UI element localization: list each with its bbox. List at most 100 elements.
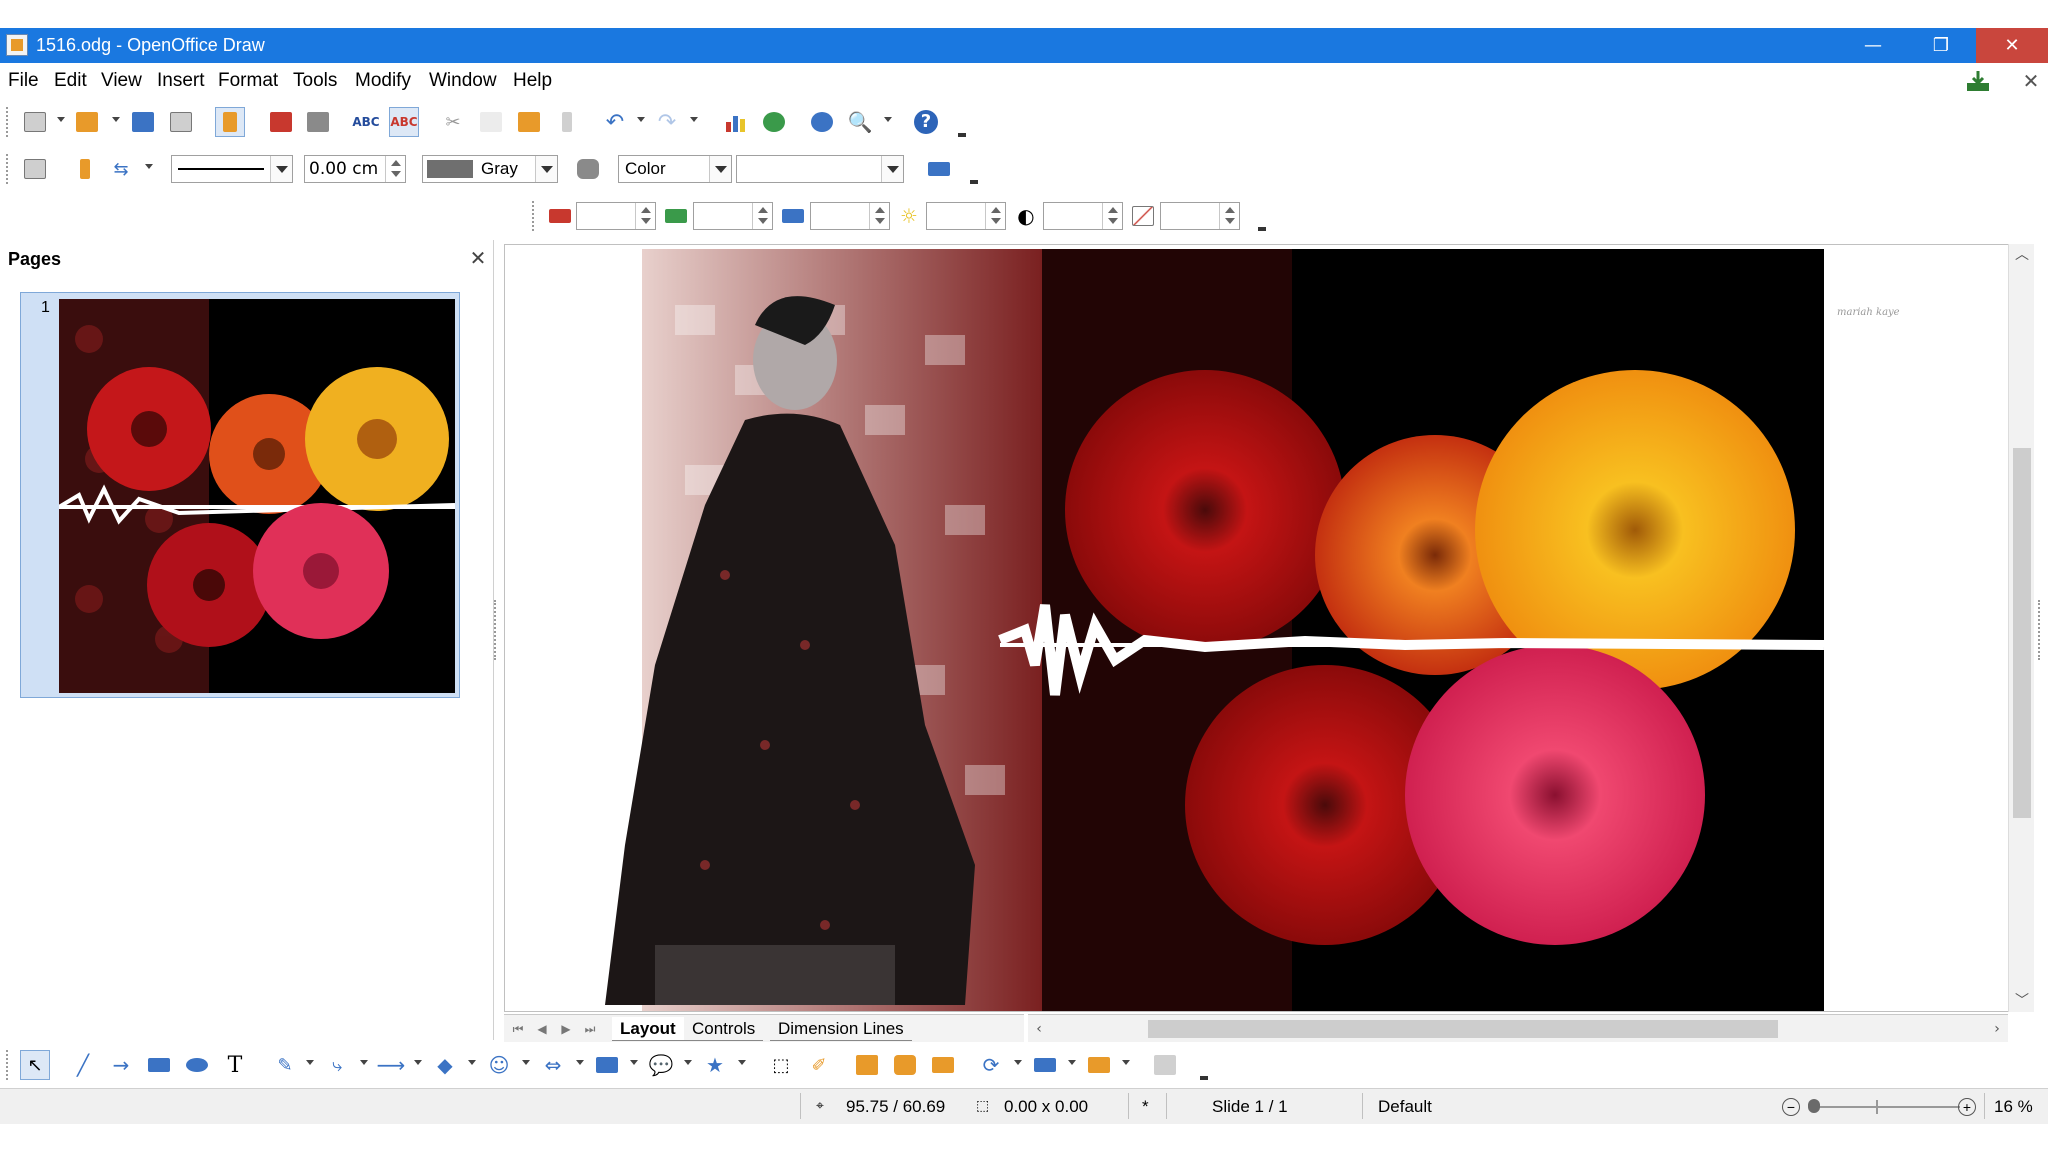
open-dropdown-arrow[interactable] bbox=[112, 117, 120, 122]
shadow-button[interactable] bbox=[924, 154, 954, 184]
zoom-out-icon[interactable]: − bbox=[1782, 1098, 1800, 1116]
toolbar-overflow[interactable] bbox=[1258, 223, 1266, 231]
redo-dropdown-arrow[interactable] bbox=[690, 117, 698, 122]
area-fill-dropdown[interactable] bbox=[881, 156, 903, 182]
undo-dropdown-arrow[interactable] bbox=[637, 117, 645, 122]
menu-insert[interactable]: Insert bbox=[157, 70, 205, 92]
chart-button[interactable] bbox=[721, 107, 751, 137]
paste-button[interactable] bbox=[514, 107, 544, 137]
arrange-button[interactable] bbox=[1084, 1050, 1114, 1080]
rotate-dropdown-arrow[interactable] bbox=[1014, 1060, 1022, 1065]
menu-modify[interactable]: Modify bbox=[355, 70, 411, 92]
green-spinner[interactable] bbox=[752, 203, 772, 229]
text-tool-button[interactable]: T bbox=[220, 1050, 250, 1080]
email-button[interactable] bbox=[166, 107, 196, 137]
menu-window[interactable]: Window bbox=[429, 70, 497, 92]
tab-dimension-lines[interactable]: Dimension Lines bbox=[770, 1017, 912, 1041]
gallery-button[interactable] bbox=[928, 1050, 958, 1080]
new-document-button[interactable] bbox=[20, 107, 50, 137]
fontwork-button[interactable] bbox=[852, 1050, 882, 1080]
rotate-button[interactable]: ⟳ bbox=[976, 1050, 1006, 1080]
update-available-icon[interactable] bbox=[1965, 69, 1991, 93]
basic-shapes-dropdown-arrow[interactable] bbox=[468, 1060, 476, 1065]
zoom-level[interactable]: 16 % bbox=[1994, 1097, 2033, 1117]
brightness-field[interactable] bbox=[926, 202, 1006, 230]
red-spinner[interactable] bbox=[635, 203, 655, 229]
arrow-tool-button[interactable]: → bbox=[106, 1050, 136, 1080]
green-channel-field[interactable] bbox=[693, 202, 773, 230]
first-tab-icon[interactable]: ⏮ bbox=[508, 1019, 528, 1039]
line-tool-button[interactable]: ╱ bbox=[68, 1050, 98, 1080]
extrusion-button[interactable] bbox=[1150, 1050, 1180, 1080]
area-style-dropdown[interactable] bbox=[709, 156, 731, 182]
gamma-spinner[interactable] bbox=[1219, 203, 1239, 229]
menu-file[interactable]: File bbox=[8, 70, 39, 92]
scroll-down-icon[interactable]: ﹀ bbox=[2009, 990, 2035, 1012]
edit-file-button[interactable] bbox=[215, 107, 245, 137]
arrange-dropdown-arrow[interactable] bbox=[1122, 1060, 1130, 1065]
area-button[interactable] bbox=[573, 154, 603, 184]
basic-shapes-button[interactable]: ◆ bbox=[430, 1050, 460, 1080]
brightness-spinner[interactable] bbox=[985, 203, 1005, 229]
minimize-button[interactable]: — bbox=[1840, 28, 1906, 63]
zoom-dropdown-arrow[interactable] bbox=[884, 117, 892, 122]
toolbar-overflow[interactable] bbox=[958, 129, 966, 137]
vertical-scrollbar[interactable]: ︿ ﹀ bbox=[2008, 244, 2034, 1012]
page-thumbnail[interactable]: 1 bbox=[20, 292, 460, 698]
arrow-style-dropdown-arrow[interactable] bbox=[145, 164, 153, 169]
right-splitter[interactable] bbox=[2038, 600, 2044, 660]
rectangle-tool-button[interactable] bbox=[144, 1050, 174, 1080]
close-document-icon[interactable]: ✕ bbox=[2018, 69, 2044, 93]
curve-tool-button[interactable]: ✎ bbox=[270, 1050, 300, 1080]
redo-button[interactable]: ↷ bbox=[652, 107, 682, 137]
arrow-style-button[interactable]: ⇆ bbox=[106, 154, 136, 184]
zoom-slider-knob[interactable] bbox=[1808, 1099, 1820, 1113]
menu-edit[interactable]: Edit bbox=[54, 70, 87, 92]
red-channel-field[interactable] bbox=[576, 202, 656, 230]
connector-dropdown-arrow[interactable] bbox=[360, 1060, 368, 1065]
line-button[interactable] bbox=[70, 154, 100, 184]
cut-button[interactable]: ✂ bbox=[438, 107, 468, 137]
navigator-button[interactable] bbox=[807, 107, 837, 137]
export-pdf-button[interactable] bbox=[266, 107, 296, 137]
horizontal-scroll-thumb[interactable] bbox=[1148, 1020, 1778, 1038]
lines-arrows-dropdown-arrow[interactable] bbox=[414, 1060, 422, 1065]
gamma-field[interactable] bbox=[1160, 202, 1240, 230]
line-color-select[interactable]: Gray bbox=[422, 155, 558, 183]
toolbar-grip[interactable] bbox=[6, 1050, 10, 1080]
line-style-select[interactable] bbox=[171, 155, 293, 183]
align-dropdown-arrow[interactable] bbox=[1068, 1060, 1076, 1065]
callouts-dropdown-arrow[interactable] bbox=[684, 1060, 692, 1065]
zoom-button[interactable]: 🔍 bbox=[845, 107, 875, 137]
flowchart-dropdown-arrow[interactable] bbox=[630, 1060, 638, 1065]
glue-points-button[interactable]: ✐ bbox=[804, 1050, 834, 1080]
print-button[interactable] bbox=[303, 107, 333, 137]
lines-arrows-button[interactable]: ⟶ bbox=[376, 1050, 406, 1080]
from-file-button[interactable] bbox=[890, 1050, 920, 1080]
help-button[interactable]: ? bbox=[911, 107, 941, 137]
symbol-shapes-dropdown-arrow[interactable] bbox=[522, 1060, 530, 1065]
line-width-field[interactable]: 0.00 cm bbox=[304, 155, 406, 183]
next-tab-icon[interactable]: ▶ bbox=[556, 1019, 576, 1039]
callouts-button[interactable]: 💬 bbox=[646, 1050, 676, 1080]
line-color-dropdown[interactable] bbox=[535, 156, 557, 182]
document-modified-indicator[interactable]: * bbox=[1142, 1097, 1149, 1117]
line-width-spinner[interactable] bbox=[385, 156, 405, 182]
block-arrows-button[interactable]: ⇔ bbox=[538, 1050, 568, 1080]
toolbar-overflow[interactable] bbox=[1200, 1072, 1208, 1080]
blue-channel-field[interactable] bbox=[810, 202, 890, 230]
save-button[interactable] bbox=[128, 107, 158, 137]
scroll-up-icon[interactable]: ︿ bbox=[2009, 244, 2035, 266]
vertical-scroll-thumb[interactable] bbox=[2013, 448, 2031, 818]
toolbar-grip[interactable] bbox=[6, 107, 10, 137]
horizontal-scrollbar[interactable]: ‹ › bbox=[1028, 1014, 2008, 1042]
open-button[interactable] bbox=[72, 107, 102, 137]
new-dropdown-arrow[interactable] bbox=[57, 117, 65, 122]
copy-button[interactable] bbox=[476, 107, 506, 137]
area-fill-select[interactable] bbox=[736, 155, 904, 183]
panel-splitter[interactable] bbox=[494, 600, 500, 660]
stars-dropdown-arrow[interactable] bbox=[738, 1060, 746, 1065]
styles-button[interactable] bbox=[20, 154, 50, 184]
menu-view[interactable]: View bbox=[101, 70, 142, 92]
restore-button[interactable]: ❐ bbox=[1908, 28, 1974, 63]
